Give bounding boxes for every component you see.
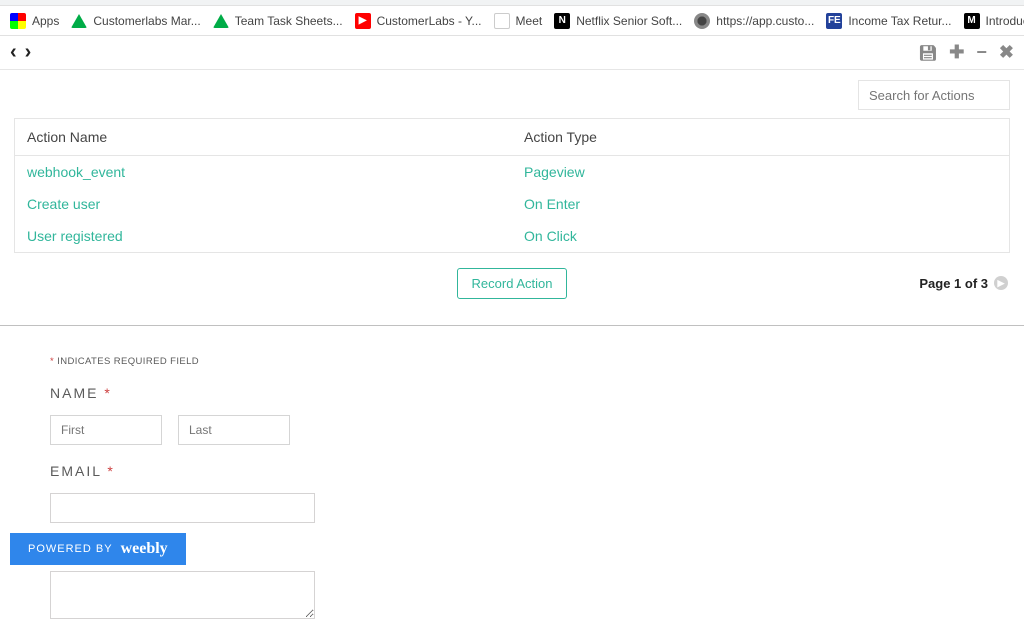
action-type-link[interactable]: On Enter — [524, 196, 580, 212]
bookmark-label: Customerlabs Mar... — [93, 14, 200, 28]
pagination-next-icon[interactable]: ▶ — [994, 276, 1008, 290]
bookmark-income-tax[interactable]: FE Income Tax Retur... — [822, 11, 955, 31]
bookmark-label: Meet — [516, 14, 543, 28]
bookmark-label: Team Task Sheets... — [235, 14, 343, 28]
panel-toolbar: ‹ › 💾︎ ✚ − ✖ — [0, 36, 1024, 70]
bookmark-netflix[interactable]: N Netflix Senior Soft... — [550, 11, 686, 31]
bookmark-label: Introducing PayPa... — [986, 14, 1024, 28]
bookmark-paypal[interactable]: M Introducing PayPa... — [960, 11, 1024, 31]
table-row: User registered On Click — [15, 220, 1010, 253]
table-row: webhook_event Pageview — [15, 156, 1010, 189]
record-action-button[interactable]: Record Action — [457, 268, 568, 299]
apps-grid-icon — [10, 13, 26, 29]
weebly-logo: weebly — [121, 540, 168, 558]
bookmark-customerlabs-yt[interactable]: ▶ CustomerLabs - Y... — [351, 11, 486, 31]
bookmark-apps-label: Apps — [32, 14, 59, 28]
move-icon[interactable]: ✚ — [949, 42, 964, 63]
action-type-link[interactable]: On Click — [524, 228, 577, 244]
action-name-link[interactable]: User registered — [27, 228, 123, 244]
bookmark-app-custo[interactable]: https://app.custo... — [690, 11, 818, 31]
bookmark-label: https://app.custo... — [716, 14, 814, 28]
close-icon[interactable]: ✖ — [999, 42, 1014, 63]
actions-table: Action Name Action Type webhook_event Pa… — [14, 118, 1010, 253]
comment-label: COMMENT * — [50, 541, 974, 557]
action-name-link[interactable]: Create user — [27, 196, 100, 212]
nav-back-icon[interactable]: ‹ — [10, 41, 17, 64]
minimize-icon[interactable]: − — [976, 42, 987, 63]
email-input[interactable] — [50, 493, 315, 523]
drive-icon — [71, 14, 87, 28]
comment-input[interactable] — [50, 571, 315, 619]
column-action-name: Action Name — [15, 119, 513, 156]
pagination-label: Page 1 of 3 — [919, 276, 988, 291]
nav-forward-icon[interactable]: › — [25, 41, 32, 64]
weebly-badge[interactable]: POWERED BY weebly — [10, 533, 186, 565]
globe-icon — [694, 13, 710, 29]
meet-icon — [494, 13, 510, 29]
table-row: Create user On Enter — [15, 188, 1010, 220]
bookmark-label: Income Tax Retur... — [848, 14, 951, 28]
column-action-type: Action Type — [512, 119, 1010, 156]
netflix-icon: N — [554, 13, 570, 29]
contact-form: * INDICATES REQUIRED FIELD NAME * EMAIL … — [0, 326, 1024, 622]
required-field-note: * INDICATES REQUIRED FIELD — [50, 356, 974, 367]
bookmark-apps[interactable]: Apps — [6, 11, 63, 31]
medium-icon: M — [964, 13, 980, 29]
first-name-input[interactable] — [50, 415, 162, 445]
weebly-powered-label: POWERED BY — [28, 543, 113, 555]
bookmark-team-task[interactable]: Team Task Sheets... — [209, 12, 347, 30]
bookmark-meet[interactable]: Meet — [490, 11, 547, 31]
name-label: NAME * — [50, 385, 974, 401]
bookmark-label: CustomerLabs - Y... — [377, 14, 482, 28]
last-name-input[interactable] — [178, 415, 290, 445]
action-type-link[interactable]: Pageview — [524, 164, 585, 180]
bookmark-label: Netflix Senior Soft... — [576, 14, 682, 28]
bookmarks-bar: Apps Customerlabs Mar... Team Task Sheet… — [0, 6, 1024, 36]
search-actions-input[interactable] — [858, 80, 1010, 110]
drive-icon — [213, 14, 229, 28]
email-label: EMAIL * — [50, 463, 974, 479]
save-icon[interactable]: 💾︎ — [918, 44, 937, 62]
action-name-link[interactable]: webhook_event — [27, 164, 125, 180]
youtube-icon: ▶ — [355, 13, 371, 29]
bookmark-customerlabs-mar[interactable]: Customerlabs Mar... — [67, 12, 204, 30]
fe-icon: FE — [826, 13, 842, 29]
